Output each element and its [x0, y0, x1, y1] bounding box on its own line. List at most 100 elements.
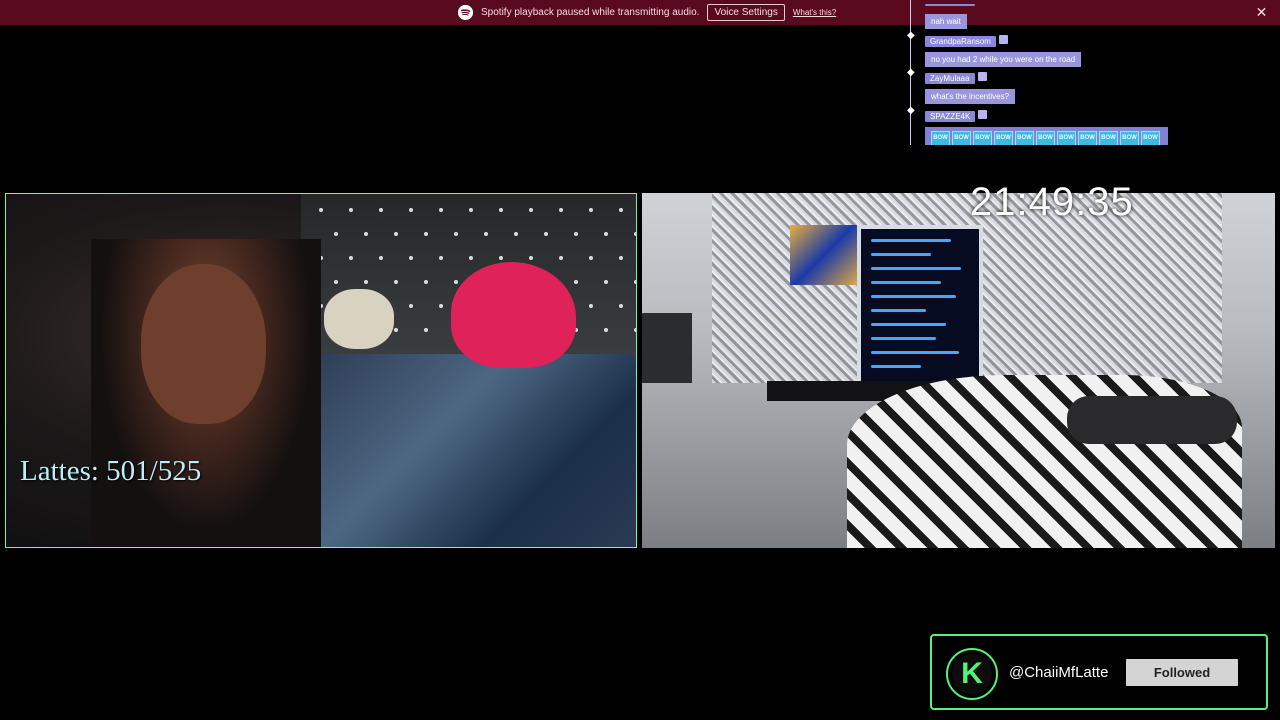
- spotify-icon: [458, 5, 473, 20]
- bow-emote-icon: BOW: [1078, 131, 1097, 145]
- wall-art: [790, 225, 858, 285]
- emote-row: BOW BOW BOW BOW BOW BOW BOW BOW BOW BOW BOW: [925, 127, 1168, 145]
- chat-username: ZayMulaaa: [925, 73, 975, 84]
- channel-handle: @ChaiiMfLatte: [1009, 664, 1109, 681]
- bed-blanket: [301, 354, 636, 547]
- headboard-stud: [379, 208, 383, 212]
- headboard-stud: [439, 256, 443, 260]
- headboard-stud: [394, 328, 398, 332]
- bow-emote-icon: BOW: [994, 131, 1013, 145]
- neon-text-line: [871, 351, 959, 354]
- headboard-stud: [394, 280, 398, 284]
- headboard-stud: [604, 232, 608, 236]
- headboard-stud: [634, 328, 636, 332]
- headboard-stud: [469, 208, 473, 212]
- chat-username: GrandpaRansom: [925, 36, 996, 47]
- headboard-stud: [634, 280, 636, 284]
- headboard-stud: [424, 232, 428, 236]
- headboard-stud: [514, 232, 518, 236]
- sub-badge-icon: [978, 110, 988, 120]
- chat-text: what's the incentives?: [925, 89, 1016, 104]
- monitor: [642, 313, 692, 383]
- neon-text-line: [871, 337, 936, 340]
- headboard-stud: [424, 280, 428, 284]
- headboard-stud: [619, 304, 623, 308]
- lattes-counter: Lattes: 501/525: [20, 455, 202, 487]
- bow-emote-icon: BOW: [1057, 131, 1076, 145]
- plush-toy: [324, 289, 394, 349]
- banner-content: Spotify playback paused while transmitti…: [458, 4, 836, 21]
- bow-emote-icon: BOW: [1141, 131, 1160, 145]
- chat-message: ◆ SPAZZE4K BOW BOW BOW BOW BOW BOW BOW BOW BOW BO…: [907, 106, 1168, 145]
- headboard-stud: [499, 256, 503, 260]
- headboard-stud: [634, 232, 636, 236]
- headboard-stud: [499, 208, 503, 212]
- bow-emote-icon: BOW: [931, 131, 950, 145]
- headboard-stud: [574, 232, 578, 236]
- kick-logo-icon: K: [946, 648, 998, 700]
- chat-text: no you had 2 while you were on the road: [925, 52, 1082, 67]
- headboard-stud: [424, 328, 428, 332]
- headboard-stud: [574, 280, 578, 284]
- neon-text-line: [871, 309, 926, 312]
- headboard-stud: [364, 280, 368, 284]
- kick-logo-letter: K: [952, 654, 992, 694]
- headboard-stud: [409, 304, 413, 308]
- headboard-stud: [439, 208, 443, 212]
- headboard-stud: [559, 256, 563, 260]
- webcam-right: [642, 193, 1275, 548]
- headboard-stud: [589, 256, 593, 260]
- neon-text-line: [871, 239, 951, 242]
- headboard-stud: [334, 232, 338, 236]
- bow-emote-icon: BOW: [952, 131, 971, 145]
- streamer-face: [141, 264, 266, 424]
- neon-text-line: [871, 281, 941, 284]
- heart-badge-icon: [998, 35, 1008, 45]
- chat-username: SPAZZE4K: [925, 111, 976, 122]
- close-icon[interactable]: ✕: [1254, 5, 1269, 20]
- neon-text-line: [871, 365, 921, 368]
- headboard-stud: [364, 232, 368, 236]
- bow-emote-icon: BOW: [1036, 131, 1055, 145]
- headboard-stud: [484, 232, 488, 236]
- diamond-icon: ◆: [907, 30, 915, 41]
- whats-this-link[interactable]: What's this?: [793, 8, 836, 17]
- neon-text-line: [871, 323, 946, 326]
- diamond-icon: ◆: [907, 67, 915, 78]
- chat-text: nah wait: [925, 14, 967, 29]
- banner-message: Spotify playback paused while transmitti…: [481, 7, 700, 18]
- diamond-icon: ◆: [907, 105, 915, 116]
- chat-username: [925, 4, 975, 6]
- headboard-stud: [469, 256, 473, 260]
- chat-message: ◆ GrandpaRansom no you had 2 while you w…: [907, 31, 1082, 67]
- neon-menu-board: [857, 225, 983, 393]
- voice-settings-button[interactable]: Voice Settings: [707, 4, 785, 21]
- headboard-stud: [394, 232, 398, 236]
- bow-emote-icon: BOW: [1015, 131, 1034, 145]
- pink-plush-toy: [451, 262, 576, 368]
- headboard-stud: [379, 256, 383, 260]
- neon-text-line: [871, 253, 931, 256]
- headboard-stud: [454, 232, 458, 236]
- headboard-stud: [439, 304, 443, 308]
- neon-text-line: [871, 295, 956, 298]
- headboard-stud: [529, 256, 533, 260]
- bow-emote-icon: BOW: [973, 131, 992, 145]
- headboard-stud: [544, 232, 548, 236]
- headboard-stud: [409, 256, 413, 260]
- headboard-stud: [589, 304, 593, 308]
- headboard-stud: [529, 208, 533, 212]
- heart-badge-icon: [977, 72, 987, 82]
- headboard-stud: [619, 256, 623, 260]
- headboard-stud: [334, 280, 338, 284]
- headboard-stud: [589, 208, 593, 212]
- headboard-stud: [619, 208, 623, 212]
- webcam-left: Lattes: 501/525: [5, 193, 637, 548]
- headboard-stud: [559, 208, 563, 212]
- headboard-stud: [604, 328, 608, 332]
- followed-button[interactable]: Followed: [1126, 659, 1238, 686]
- headboard-stud: [454, 280, 458, 284]
- chat-overlay: nah wait ◆ GrandpaRansom no you had 2 wh…: [903, 0, 1178, 145]
- follow-card: K @ChaiiMfLatte Followed: [930, 634, 1268, 710]
- headboard-stud: [604, 280, 608, 284]
